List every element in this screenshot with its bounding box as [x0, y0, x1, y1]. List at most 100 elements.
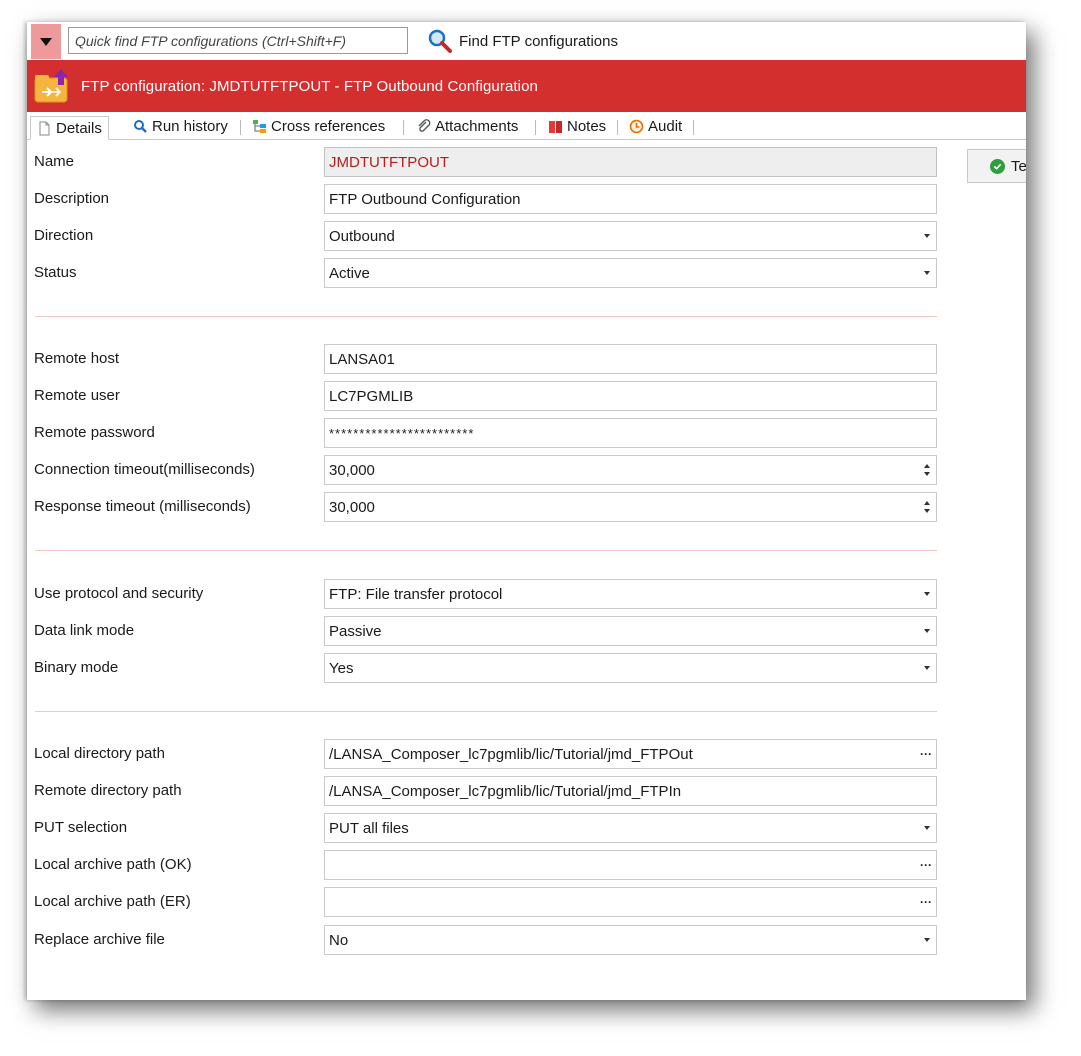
spinner-arrows-icon[interactable] — [918, 464, 936, 476]
response-timeout-label: Response timeout (milliseconds) — [34, 498, 251, 515]
tab-divider — [535, 120, 536, 135]
tab-attachments-label: Attachments — [435, 118, 519, 135]
remote-host-value: LANSA01 — [329, 350, 395, 368]
tab-divider — [403, 120, 404, 135]
binary-mode-value: Yes — [329, 659, 354, 677]
tab-cross-references-label: Cross references — [271, 118, 386, 135]
status-label: Status — [34, 264, 77, 281]
search-icon — [428, 29, 452, 53]
binary-mode-select[interactable]: Yes — [324, 653, 937, 683]
tab-notes[interactable]: Notes — [548, 115, 606, 138]
clock-icon — [629, 119, 644, 134]
chevron-down-icon[interactable] — [918, 592, 936, 596]
data-link-mode-select[interactable]: Passive — [324, 616, 937, 646]
quick-find-bar: Quick find FTP configurations (Ctrl+Shif… — [27, 22, 1026, 60]
response-timeout-value: 30,000 — [329, 498, 375, 516]
direction-value: Outbound — [329, 227, 395, 245]
tab-details-label: Details — [56, 119, 102, 137]
description-input[interactable]: FTP Outbound Configuration — [324, 184, 937, 214]
browse-ellipsis-icon[interactable]: ··· — [916, 859, 936, 871]
data-link-mode-value: Passive — [329, 622, 382, 640]
local-archive-ok-label: Local archive path (OK) — [34, 856, 192, 873]
tree-icon — [253, 120, 266, 133]
protocol-select[interactable]: FTP: File transfer protocol — [324, 579, 937, 609]
put-selection-select[interactable]: PUT all files — [324, 813, 937, 843]
put-selection-value: PUT all files — [329, 819, 409, 837]
tab-run-history[interactable]: Run history — [133, 115, 228, 138]
remote-password-input[interactable]: ************************ — [324, 418, 937, 448]
quick-find-input[interactable]: Quick find FTP configurations (Ctrl+Shif… — [68, 27, 408, 54]
local-directory-label: Local directory path — [34, 745, 165, 762]
navigation-dropdown-button[interactable] — [31, 24, 61, 59]
tab-bar: Details Run history Cross references Att… — [27, 115, 1026, 140]
description-value: FTP Outbound Configuration — [329, 190, 521, 208]
remote-password-value: ************************ — [329, 425, 475, 441]
remote-password-label: Remote password — [34, 424, 155, 441]
tab-divider — [693, 120, 694, 135]
tab-cross-references[interactable]: Cross references — [252, 115, 385, 138]
chevron-down-icon[interactable] — [918, 666, 936, 670]
tab-audit[interactable]: Audit — [629, 115, 682, 138]
chevron-down-icon[interactable] — [918, 938, 936, 942]
tab-details[interactable]: Details — [30, 116, 109, 140]
name-label: Name — [34, 153, 75, 170]
replace-archive-select[interactable]: No — [324, 925, 937, 955]
remote-host-input[interactable]: LANSA01 — [324, 344, 937, 374]
name-field: JMDTUTFTPOUT — [324, 147, 937, 177]
local-directory-value: /LANSA_Composer_lc7pgmlib/lic/Tutorial/j… — [329, 745, 693, 763]
remote-user-value: LC7PGMLIB — [329, 387, 414, 405]
put-selection-label: PUT selection — [34, 819, 128, 836]
tab-notes-label: Notes — [567, 118, 607, 135]
chevron-down-icon[interactable] — [918, 271, 936, 275]
name-value: JMDTUTFTPOUT — [329, 153, 449, 171]
chevron-down-icon — [40, 37, 52, 46]
chevron-down-icon[interactable] — [918, 234, 936, 238]
test-button[interactable]: Te — [967, 149, 1026, 183]
data-link-mode-label: Data link mode — [34, 622, 135, 639]
check-circle-icon — [990, 158, 1005, 174]
status-select[interactable]: Active — [324, 258, 937, 288]
description-label: Description — [34, 190, 110, 207]
replace-archive-label: Replace archive file — [34, 931, 165, 948]
section-divider — [35, 316, 937, 317]
search-icon — [134, 120, 147, 133]
page-header: FTP configuration: JMDTUTFTPOUT - FTP Ou… — [27, 60, 1026, 112]
remote-user-input[interactable]: LC7PGMLIB — [324, 381, 937, 411]
section-divider — [35, 711, 937, 712]
document-icon — [39, 121, 50, 135]
remote-directory-input[interactable]: /LANSA_Composer_lc7pgmlib/lic/Tutorial/j… — [324, 776, 937, 806]
paperclip-icon — [418, 119, 431, 132]
remote-directory-value: /LANSA_Composer_lc7pgmlib/lic/Tutorial/j… — [329, 782, 682, 800]
ftp-outbound-icon — [34, 69, 68, 103]
local-directory-input[interactable]: /LANSA_Composer_lc7pgmlib/lic/Tutorial/j… — [324, 739, 937, 769]
direction-select[interactable]: Outbound — [324, 221, 937, 251]
local-archive-ok-input[interactable]: ··· — [324, 850, 937, 880]
book-icon — [549, 121, 562, 133]
direction-label: Direction — [34, 227, 94, 244]
page-title: FTP configuration: JMDTUTFTPOUT - FTP Ou… — [81, 77, 538, 95]
chevron-down-icon[interactable] — [918, 826, 936, 830]
browse-ellipsis-icon[interactable]: ··· — [916, 748, 936, 760]
spinner-arrows-icon[interactable] — [918, 501, 936, 513]
local-archive-er-input[interactable]: ··· — [324, 887, 937, 917]
ftp-configuration-window: Quick find FTP configurations (Ctrl+Shif… — [27, 22, 1026, 1000]
tab-audit-label: Audit — [648, 118, 683, 135]
connection-timeout-value: 30,000 — [329, 461, 375, 479]
browse-ellipsis-icon[interactable]: ··· — [916, 896, 936, 908]
status-value: Active — [329, 264, 370, 282]
protocol-label: Use protocol and security — [34, 585, 204, 602]
find-ftp-configurations-button[interactable]: Find FTP configurations — [427, 28, 618, 54]
tab-attachments[interactable]: Attachments — [416, 115, 518, 138]
local-archive-er-label: Local archive path (ER) — [34, 893, 191, 910]
remote-host-label: Remote host — [34, 350, 120, 367]
protocol-value: FTP: File transfer protocol — [329, 585, 503, 603]
tab-divider — [617, 120, 618, 135]
test-button-label: Te — [1011, 157, 1026, 175]
find-ftp-configurations-label: Find FTP configurations — [459, 32, 618, 50]
tab-divider — [240, 120, 241, 135]
binary-mode-label: Binary mode — [34, 659, 119, 676]
tab-run-history-label: Run history — [152, 118, 228, 135]
response-timeout-input[interactable]: 30,000 — [324, 492, 937, 522]
connection-timeout-input[interactable]: 30,000 — [324, 455, 937, 485]
chevron-down-icon[interactable] — [918, 629, 936, 633]
